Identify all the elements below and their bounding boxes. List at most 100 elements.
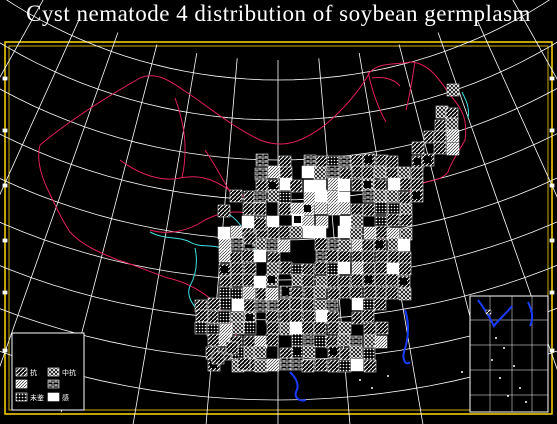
distribution-cell: [325, 249, 339, 263]
distribution-cell: [349, 345, 363, 359]
distribution-cell: [277, 239, 291, 253]
distribution-cell: [410, 178, 424, 192]
legend-swatch-dense: [15, 379, 28, 389]
distribution-cell: [266, 321, 280, 335]
legend-label: 未鉴: [30, 393, 44, 402]
distribution-cell: [361, 239, 375, 253]
distribution-cell: [374, 261, 388, 275]
distribution-cell: [385, 273, 399, 287]
distribution-cell: [363, 226, 377, 240]
distribution-cell: [231, 321, 245, 335]
distribution-cell: [313, 285, 327, 299]
distribution-cell: [254, 299, 268, 313]
distribution-cell: [399, 227, 413, 241]
distribution-cell: [314, 201, 328, 215]
distribution-cell: [302, 310, 316, 324]
distribution-cell: [446, 83, 460, 97]
distribution-cell: [219, 297, 233, 311]
distribution-cell: [267, 165, 281, 179]
distribution-cell: [350, 214, 364, 228]
empty-cell: [365, 156, 372, 163]
empty-cell: [364, 181, 371, 188]
meridian-line: [0, 17, 81, 196]
distribution-cell: [218, 286, 232, 300]
distribution-cell: [363, 359, 377, 373]
distribution-cell: [313, 225, 327, 239]
distribution-cell: [313, 334, 327, 348]
empty-cell: [413, 192, 420, 199]
distribution-cell: [218, 249, 232, 263]
distribution-cell: [398, 191, 412, 205]
distribution-cell: [337, 178, 351, 192]
distribution-cell: [314, 189, 328, 203]
distribution-cell: [254, 167, 268, 181]
distribution-cell: [361, 309, 375, 323]
parallel-line: [0, 41, 557, 121]
distribution-cell: [363, 285, 377, 299]
distribution-cell: [313, 166, 327, 180]
distribution-cell: [195, 309, 209, 323]
distribution-cell: [362, 203, 376, 217]
distribution-cell: [351, 261, 365, 275]
distribution-cell: [373, 297, 387, 311]
empty-cell: [268, 276, 275, 283]
distribution-cell: [290, 357, 304, 371]
distribution-cell: [278, 155, 292, 169]
distribution-cell: [385, 189, 399, 203]
distribution-cell: [242, 202, 256, 216]
distribution-cell: [217, 310, 231, 324]
empty-cell: [424, 156, 431, 163]
distribution-cell: [433, 141, 447, 155]
distribution-cell: [242, 286, 256, 300]
distribution-cell: [229, 189, 243, 203]
distribution-cell: [266, 215, 280, 229]
distribution-cell: [314, 358, 328, 372]
distribution-cell: [338, 239, 352, 253]
distribution-cell: [266, 358, 280, 372]
distribution-cell: [399, 213, 413, 227]
distribution-cell: [375, 225, 389, 239]
distribution-cell: [313, 321, 327, 335]
distribution-cell: [385, 286, 399, 300]
distribution-cell: [278, 202, 292, 216]
distribution-cell: [387, 177, 401, 191]
distribution-cell: [301, 274, 315, 288]
distribution-cell: [237, 357, 251, 371]
distribution-cell: [375, 321, 389, 335]
distribution-cell: [410, 167, 424, 181]
distribution-cell: [243, 262, 257, 276]
legend-swatch-solid: [47, 392, 60, 402]
distribution-cell: [303, 154, 317, 168]
distribution-cell: [253, 202, 267, 216]
distribution-cell: [194, 321, 208, 335]
distribution-cell: [411, 141, 425, 155]
distribution-cell: [230, 225, 244, 239]
distribution-cell: [375, 250, 389, 264]
distribution-cell: [266, 262, 280, 276]
distribution-cell: [337, 225, 351, 239]
distribution-cell: [446, 129, 460, 143]
distribution-cell: [315, 309, 329, 323]
distribution-cell: [326, 262, 340, 276]
legend-label: 抗: [30, 368, 37, 377]
distribution-cell: [385, 155, 399, 169]
frame-tick: [2, 183, 8, 188]
empty-cell: [294, 216, 301, 223]
distribution-cell: [349, 227, 363, 241]
distribution-cell: [219, 275, 233, 289]
distribution-cell: [207, 297, 221, 311]
distribution-cell: [230, 273, 244, 287]
distribution-cell: [231, 298, 245, 312]
distribution-cell: [362, 189, 376, 203]
china-soybean-distribution-map: 抗 中抗未鉴 感: [0, 0, 557, 424]
distribution-cell: [243, 231, 257, 245]
distribution-cell: [337, 333, 351, 347]
distribution-cell: [279, 166, 293, 180]
frame-tick: [2, 76, 8, 81]
distribution-cell: [279, 261, 293, 275]
distribution-cell: [217, 226, 231, 240]
distribution-cell: [301, 298, 315, 312]
distribution-cell: [253, 190, 267, 204]
distribution-cell: [290, 202, 304, 216]
distribution-cell: [267, 189, 281, 203]
